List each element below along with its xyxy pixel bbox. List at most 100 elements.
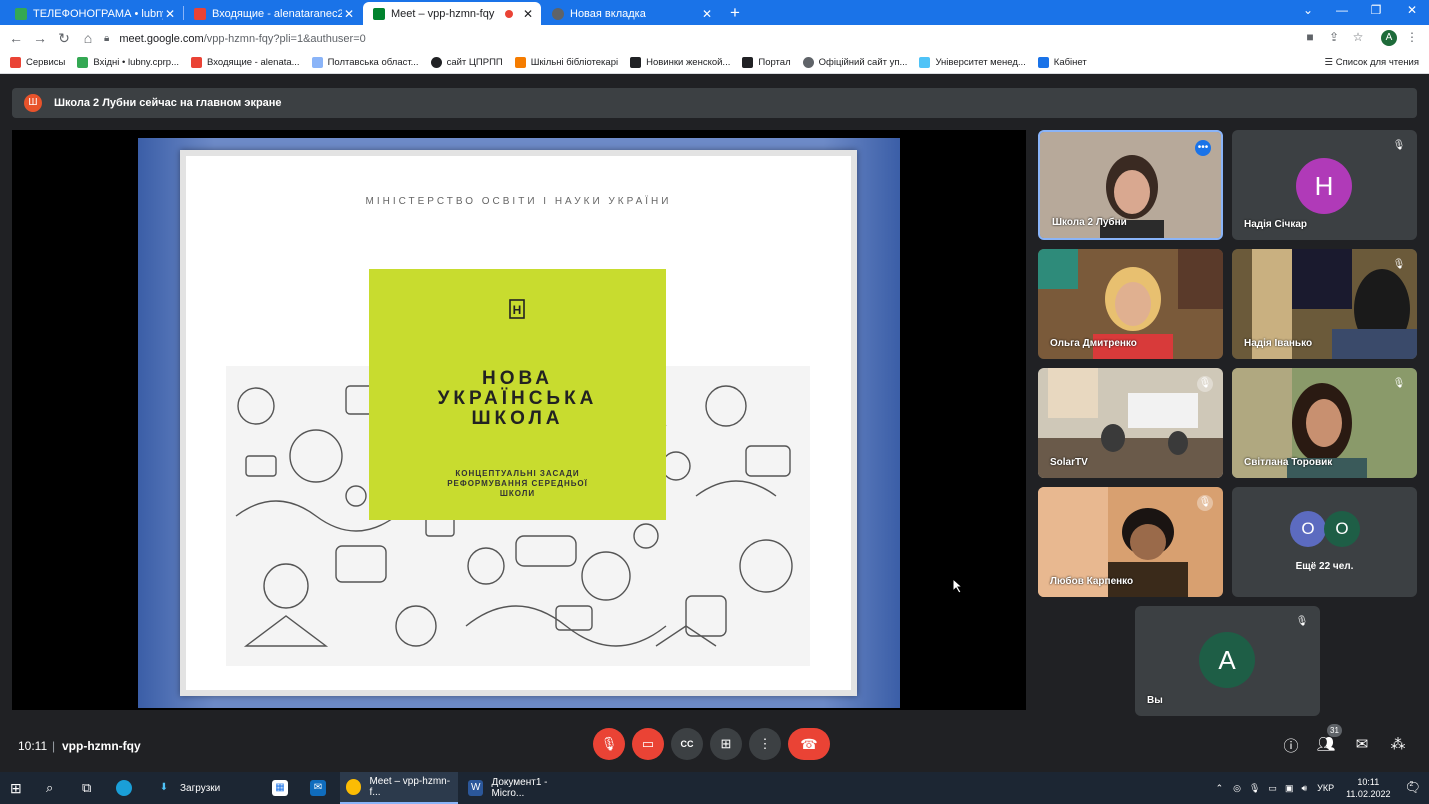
tab-new[interactable]: Новая вкладка ✕: [542, 2, 720, 25]
participant-name: Світлана Торовик: [1244, 457, 1333, 468]
notifications-icon[interactable]: 🗨︎ 2: [1404, 780, 1421, 796]
tab-meet[interactable]: Meet – vpp-hzmn-fqy ✕: [363, 2, 541, 25]
bookmark-label: Портал: [758, 57, 791, 68]
meet-icon: [373, 7, 385, 20]
participant-tile-nadiia-sichkar[interactable]: 🎙︎ H Надія Січкар: [1232, 130, 1417, 240]
task-view-button[interactable]: ⧉: [82, 772, 91, 804]
profile-avatar[interactable]: A: [1381, 30, 1397, 46]
window-close-icon[interactable]: ✕: [1402, 3, 1422, 17]
bookmark-cprpp[interactable]: сайт ЦПРПП: [430, 57, 503, 68]
bookmark-label: Офіційний сайт уп...: [818, 57, 908, 68]
taskbar-chrome-meet[interactable]: Meet – vpp-hzmn-f...: [340, 772, 458, 804]
reload-icon[interactable]: ↻: [55, 30, 73, 47]
bookmark-label: Університет менед...: [935, 57, 1026, 68]
search-icon: ⌕: [46, 780, 54, 795]
participant-tile-olha-dmytrenko[interactable]: Ольга Дмитренко: [1038, 249, 1223, 359]
address-bar[interactable]: 🔒︎ meet.google.com/vpp-hzmn-fqy?pli=1&au…: [104, 28, 1424, 49]
present-button[interactable]: ⊞: [710, 728, 742, 760]
bookmark-label: Полтавська област...: [327, 57, 419, 68]
windows-taskbar: ⊞ ⌕ ⧉ ⬇ Загрузки ▦ ✉ Meet – vpp-hzmn-f...…: [0, 772, 1429, 804]
sheets-icon: [15, 7, 27, 20]
bookmark-gmail[interactable]: Входящие - alenata...: [191, 57, 300, 68]
taskbar-word[interactable]: W Документ1 - Micro...: [462, 772, 580, 804]
bookmark-novinki[interactable]: Новинки женской...: [630, 57, 730, 68]
participant-tile-self[interactable]: 🎙︎ A Вы: [1135, 606, 1320, 716]
bookmark-official[interactable]: Офіційний сайт уп...: [802, 57, 908, 68]
participant-tile-more[interactable]: O O Ещё 22 чел.: [1232, 487, 1417, 597]
book-cover: МІНІСТЕРСТВО ОСВІТИ І НАУКИ УКРАЇНИ Н НО…: [180, 150, 857, 696]
store-button[interactable]: ▦: [272, 772, 296, 804]
close-icon[interactable]: ✕: [700, 7, 714, 21]
new-tab-button[interactable]: +: [726, 3, 744, 23]
participant-tile-svitlana-torovyk[interactable]: 🎙︎ Світлана Торовик: [1232, 368, 1417, 478]
back-icon[interactable]: ←: [7, 30, 25, 46]
bookmark-label: Новинки женской...: [646, 57, 731, 68]
close-icon[interactable]: ✕: [163, 7, 177, 21]
main-stage: МІНІСТЕРСТВО ОСВІТИ І НАУКИ УКРАЇНИ Н НО…: [12, 130, 1026, 710]
share-icon[interactable]: ⇪: [1326, 30, 1342, 44]
url-host: meet.google.com: [119, 32, 204, 45]
bookmark-cabinet[interactable]: Кабінет: [1037, 57, 1087, 68]
language-indicator[interactable]: УКР: [1317, 783, 1334, 793]
close-icon[interactable]: ✕: [342, 7, 356, 21]
bookmark-poltava[interactable]: Полтавська област...: [311, 57, 419, 68]
tab-inbox[interactable]: Входящие - alenataranec2019@ ✕: [184, 2, 362, 25]
chat-icon[interactable]: ✉: [1352, 735, 1372, 753]
tab-title: Входящие - alenataranec2019@: [212, 7, 342, 20]
battery-icon[interactable]: ▭: [1268, 783, 1277, 794]
bookmark-librarians[interactable]: Шкільні бібліотекарі: [514, 57, 619, 68]
tab-search-icon[interactable]: ⌄: [1298, 3, 1318, 17]
activities-icon[interactable]: ⁂: [1388, 735, 1408, 753]
participant-tile-solartv[interactable]: 🎙︎ SolarTV: [1038, 368, 1223, 478]
participant-tile-liubov-karpenko[interactable]: 🎙︎ Любов Карпенко: [1038, 487, 1223, 597]
close-icon[interactable]: ✕: [521, 7, 535, 21]
blogger-icon: [514, 57, 526, 68]
speaking-indicator-icon: •••: [1195, 140, 1211, 156]
leave-call-button[interactable]: ☎: [788, 728, 830, 760]
mic-tray-icon[interactable]: 🎙︎: [1249, 783, 1260, 794]
present-screen-icon: ⊞: [720, 736, 732, 751]
minimize-icon[interactable]: —: [1332, 3, 1352, 17]
bookmark-university[interactable]: Університет менед...: [919, 57, 1026, 68]
reading-list[interactable]: ☰ Список для чтения: [1325, 57, 1419, 68]
star-icon[interactable]: ☆: [1350, 30, 1366, 44]
more-options-button[interactable]: ⋮: [749, 728, 781, 760]
bookmark-portal[interactable]: Портал: [742, 57, 791, 68]
university-icon: [919, 57, 931, 68]
tab-title: Новая вкладка: [570, 7, 646, 20]
network-icon[interactable]: ◎: [1233, 783, 1241, 794]
restore-icon[interactable]: ❐: [1366, 3, 1386, 17]
mic-toggle-button[interactable]: 🎙︎: [593, 728, 625, 760]
tab-telefonograma[interactable]: ТЕЛЕФОНОГРАМА • lubny.cprpp ✕: [5, 2, 183, 25]
forward-icon[interactable]: →: [31, 30, 49, 46]
mail-button[interactable]: ✉: [310, 772, 334, 804]
gmail-icon: [191, 57, 202, 68]
participant-tile-school[interactable]: ••• Школа 2 Лубни: [1038, 130, 1223, 240]
camera-toggle-button[interactable]: ▭: [632, 728, 664, 760]
captions-button[interactable]: CC: [671, 728, 703, 760]
participant-name: Надія Січкар: [1244, 219, 1308, 230]
bookmark-inbox-lubny[interactable]: Вхідні • lubny.cprp...: [77, 57, 179, 68]
volume-icon[interactable]: 🔊︎: [1301, 783, 1307, 794]
taskbar-app-label: Документ1 - Micro...: [491, 777, 548, 799]
mic-off-icon: 🎙︎: [1392, 140, 1406, 151]
url-text: meet.google.com/vpp-hzmn-fqy?pli=1&authu…: [119, 33, 365, 45]
cabinet-icon: [1037, 57, 1049, 68]
bookmark-label: Шкільні бібліотекарі: [530, 57, 619, 68]
meeting-details-icon[interactable]: ⓘ: [1281, 735, 1301, 756]
camera-icon[interactable]: ■: [1302, 30, 1318, 44]
participant-name: Вы: [1147, 695, 1163, 706]
people-icon[interactable]: 👥︎: [1316, 735, 1336, 753]
tray-chevron-icon[interactable]: ⌃: [1216, 783, 1224, 794]
chrome-icon: [346, 779, 362, 795]
search-button[interactable]: ⌕: [46, 772, 53, 804]
bookmark-services[interactable]: Сервисы: [10, 57, 65, 68]
taskbar-clock[interactable]: 10:11 11.02.2022: [1346, 776, 1390, 800]
taskbar-downloads[interactable]: ⬇ Загрузки: [150, 772, 260, 804]
start-button[interactable]: ⊞: [10, 772, 22, 804]
home-icon[interactable]: ⌂: [79, 30, 97, 46]
display-icon[interactable]: ▣: [1285, 783, 1294, 794]
menu-icon[interactable]: ⋮: [1404, 30, 1420, 44]
edge-button[interactable]: [116, 772, 140, 804]
participant-tile-nadiia-ivanko[interactable]: 🎙︎ Надія Іванько: [1232, 249, 1417, 359]
